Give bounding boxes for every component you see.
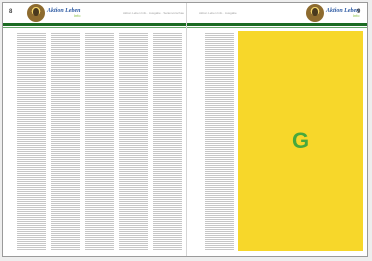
right-page-number: 9 <box>357 9 361 15</box>
left-page-number: 8 <box>9 9 13 15</box>
feature-letter: G <box>291 128 310 153</box>
right-header-rule <box>187 23 367 26</box>
right-logo-sub: Info <box>352 13 360 18</box>
text-column-1 <box>17 33 46 251</box>
right-text-columns <box>205 33 234 251</box>
left-header-rule-thin <box>3 27 187 28</box>
right-page-header: Aktion Leben Info · Ausgabe Aktion Leben… <box>187 3 367 23</box>
text-column-3 <box>85 33 114 251</box>
left-page-header: 8 Aktion Leben Info Aktion Leben Info · … <box>3 3 187 23</box>
document-viewer: 8 Aktion Leben Info Aktion Leben Info · … <box>0 0 372 261</box>
feature-box: G <box>238 31 363 251</box>
left-logo-sub: Info <box>73 13 81 18</box>
left-text-columns <box>17 33 182 251</box>
right-logo-icon <box>306 4 324 22</box>
right-header-caption: Aktion Leben Info · Ausgabe <box>199 11 237 15</box>
right-logo-text: Aktion Leben Info <box>326 8 360 18</box>
text-column-5 <box>153 33 182 251</box>
text-column-6 <box>205 33 234 251</box>
text-column-4 <box>119 33 148 251</box>
left-header-caption: Aktion Leben Info · Ausgabe · Seitenvors… <box>123 11 185 15</box>
right-logo: Aktion Leben Info <box>306 4 360 22</box>
right-header-rule-thin <box>187 27 367 28</box>
left-page[interactable]: 8 Aktion Leben Info Aktion Leben Info · … <box>3 3 187 256</box>
page-spread: 8 Aktion Leben Info Aktion Leben Info · … <box>2 2 368 257</box>
left-logo: Aktion Leben Info <box>27 4 81 22</box>
left-logo-icon <box>27 4 45 22</box>
text-column-2 <box>51 33 80 251</box>
right-page[interactable]: Aktion Leben Info · Ausgabe Aktion Leben… <box>187 3 367 256</box>
left-header-rule <box>3 23 187 26</box>
left-logo-text: Aktion Leben Info <box>47 8 81 18</box>
